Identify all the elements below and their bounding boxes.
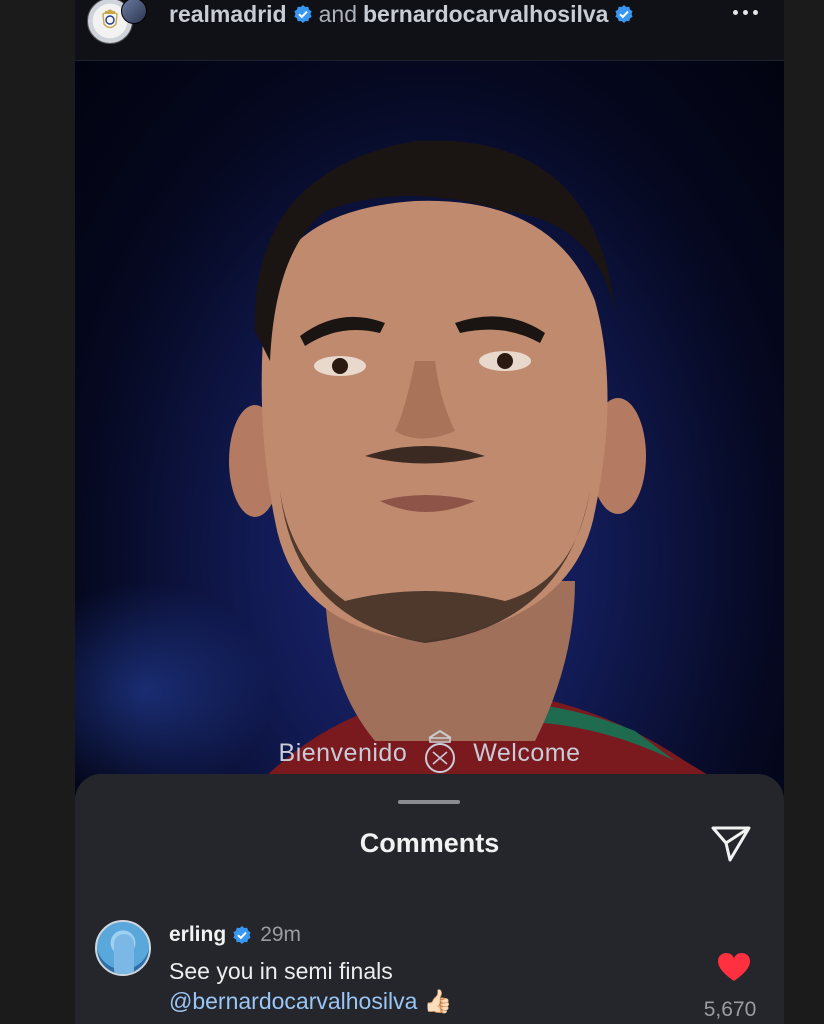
verified-icon [233,926,251,944]
overlay-text-spanish: Bienvenido [278,738,408,767]
verified-icon [294,5,312,23]
share-icon [711,826,751,862]
more-icon [732,9,738,15]
header-connector: and [318,0,357,27]
crest-icon [102,9,118,29]
username-realmadrid[interactable]: realmadrid [169,1,287,28]
heart-icon [718,953,750,981]
commenter-avatar[interactable] [95,920,151,976]
post-image[interactable]: Bienvenido Welcome [75,61,784,821]
screen: realmadrid and bernardocarvalhosilva Bie… [75,0,784,1024]
player-portrait [225,140,784,821]
comment-header: erling 29m [169,922,301,948]
more-icon [742,9,748,15]
commenter-username[interactable]: erling [169,923,226,947]
post-header: realmadrid and bernardocarvalhosilva [75,0,784,61]
device-frame: realmadrid and bernardocarvalhosilva Bie… [0,0,824,1024]
overlay-text-english: Welcome [473,738,581,767]
header-usernames: realmadrid and bernardocarvalhosilva [169,0,634,28]
username-bernardo[interactable]: bernardocarvalhosilva [363,1,608,28]
comments-title: Comments [359,828,500,858]
avatar-figure [114,934,134,974]
verified-icon [615,5,634,23]
like-button[interactable] [717,952,751,982]
comment-mention[interactable]: @bernardocarvalhosilva [169,988,417,1014]
welcome-overlay: Bienvenido Welcome [75,729,784,777]
sheet-drag-handle[interactable] [398,800,460,804]
more-options-button[interactable] [728,4,762,20]
crest-icon [425,729,456,773]
more-icon [752,9,758,15]
comment-timestamp: 29m [260,923,302,946]
comment-item: erling 29m See you in semi finals @berna… [75,914,784,1024]
thumbs-up-emoji: 👍🏻 [423,988,453,1014]
comment-body: See you in semi finals [169,958,393,984]
like-count: 5,670 [703,998,757,1021]
collaborator-avatar[interactable] [121,0,147,24]
share-button[interactable] [709,824,753,864]
comment-text: See you in semi finals @bernardocarvalho… [169,956,669,1016]
comments-sheet: Comments erling 29m See you in semi fina… [75,774,784,1024]
